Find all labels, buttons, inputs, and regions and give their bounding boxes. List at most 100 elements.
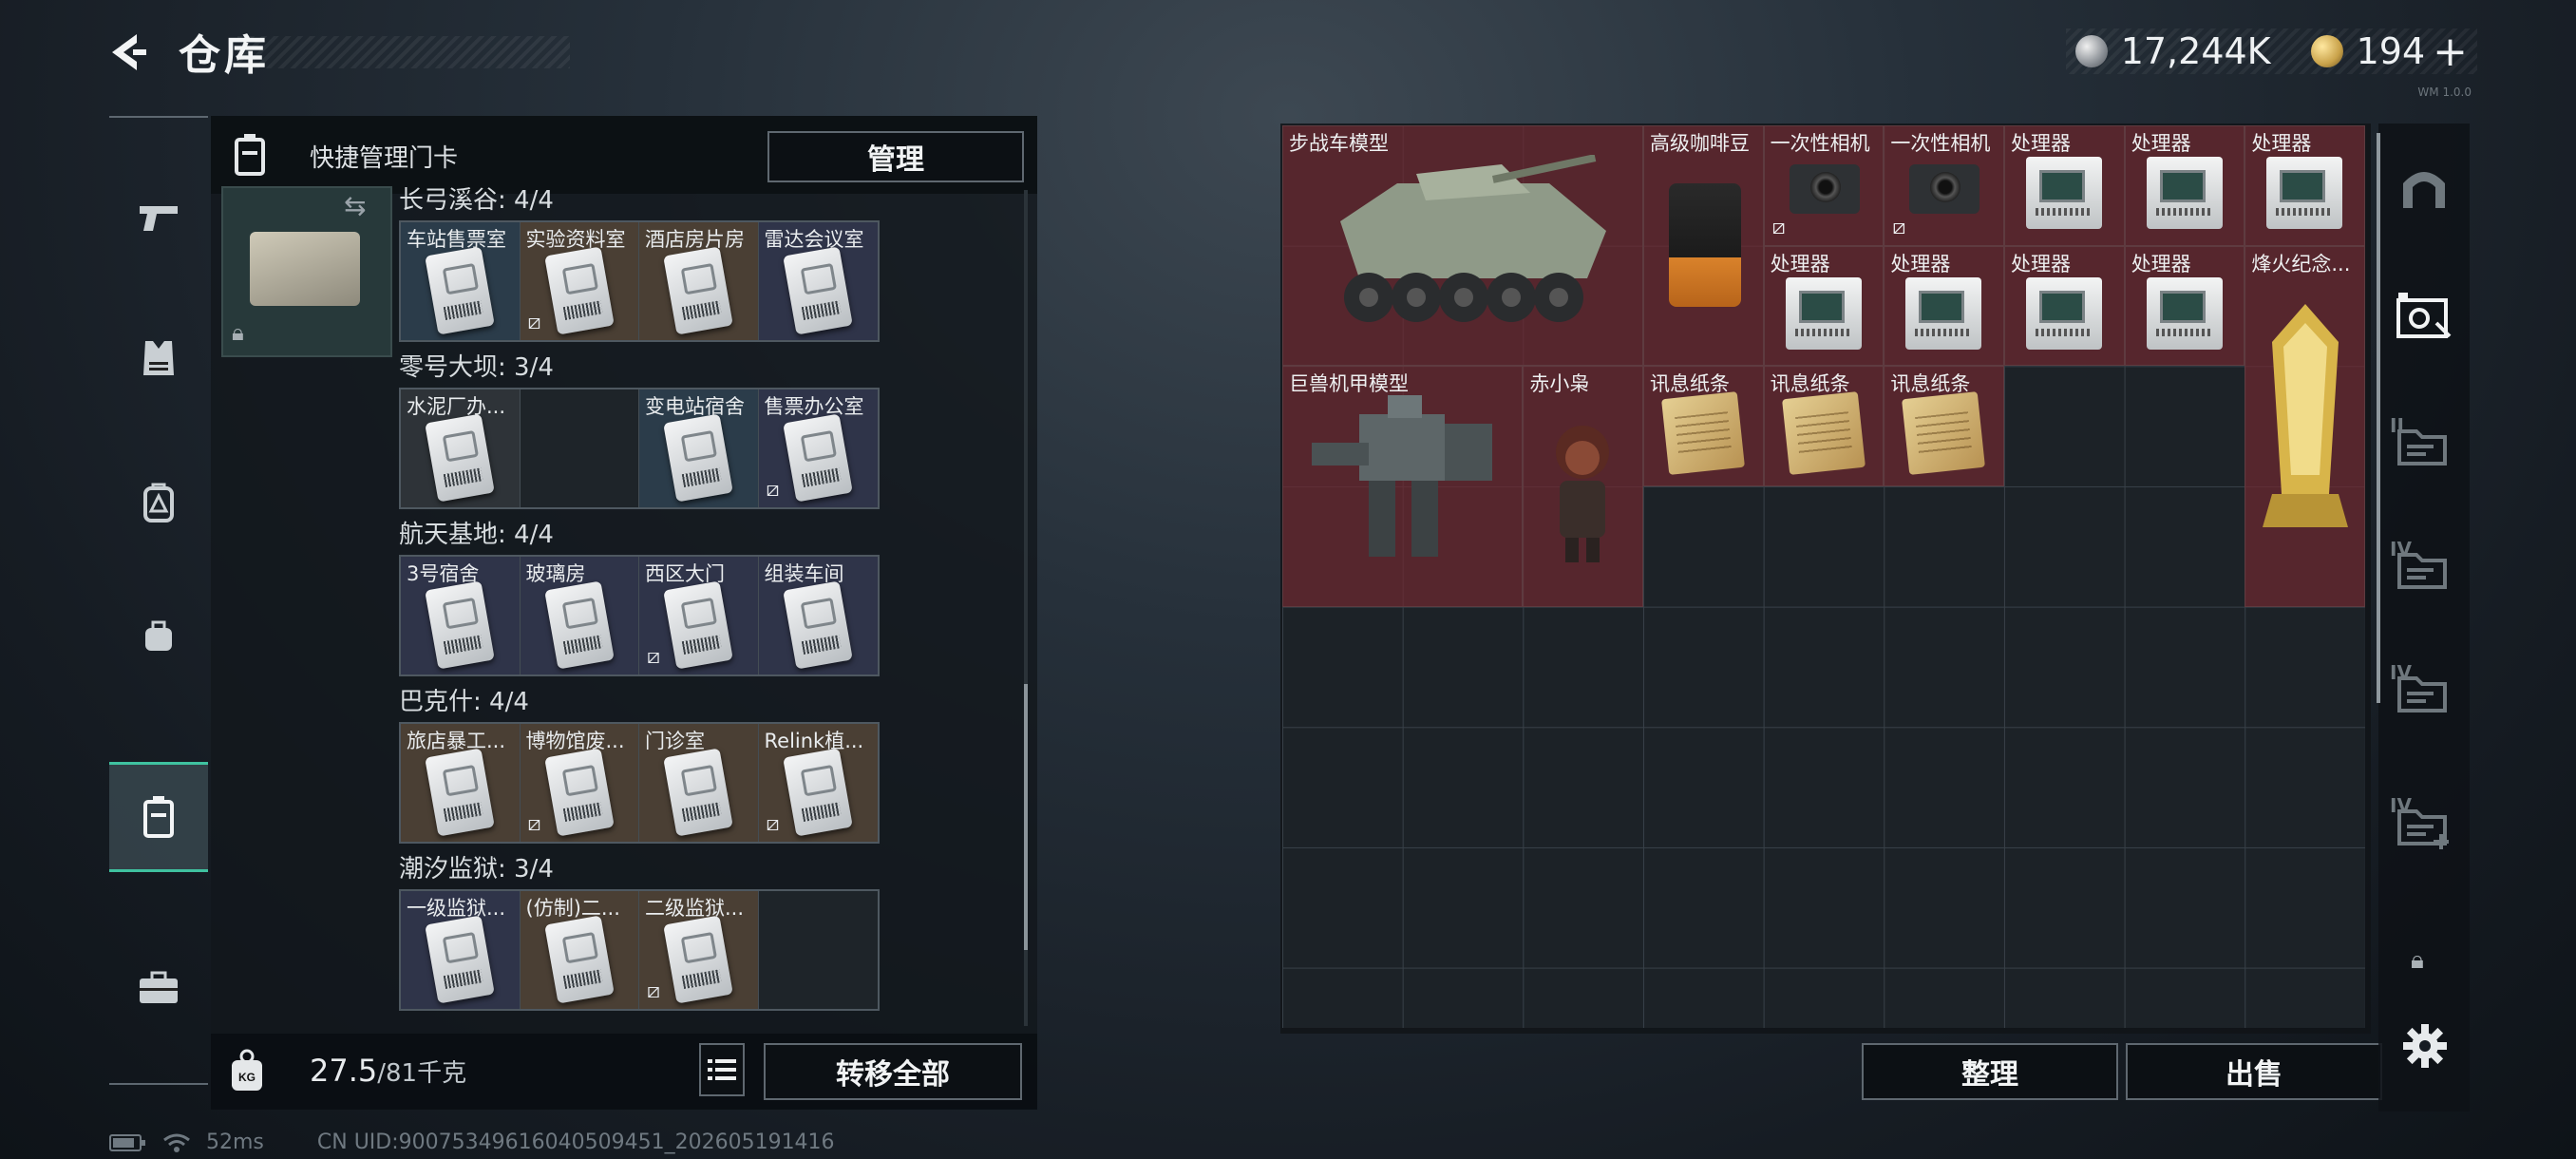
stash-tab-3[interactable]: II: [2378, 395, 2470, 500]
add-currency-button[interactable]: +: [2433, 28, 2468, 76]
stash-tab-4[interactable]: IV: [2378, 519, 2470, 623]
keycard-slot[interactable]: 旅店暴工...: [401, 724, 521, 842]
keycard-image: [543, 246, 615, 335]
ping-readout: 52ms: [206, 1130, 264, 1154]
settings-button[interactable]: [2401, 1022, 2449, 1070]
stash-item-paper[interactable]: 讯息纸条: [1643, 366, 1764, 486]
stash-item-cpu[interactable]: 处理器: [1884, 245, 2004, 367]
paper-image: [1661, 391, 1745, 476]
keycard-slot[interactable]: 售票办公室 ⧄: [758, 390, 878, 507]
pistol-icon: [140, 206, 178, 231]
item-label: 烽火纪念...: [2251, 252, 2351, 276]
keycard-group-grid: 旅店暴工... 博物馆废... ⧄ 门诊室 Relink植... ⧄: [399, 722, 880, 844]
ifv-model-image: [1312, 154, 1625, 349]
stash-item-cpu[interactable]: 处理器: [2245, 125, 2366, 246]
figure-image: [1544, 414, 1620, 570]
back-button[interactable]: [104, 28, 152, 76]
silver-coin-icon: [2074, 35, 2108, 67]
nav-weapons[interactable]: [109, 165, 208, 270]
keycard-list-scroll-thumb[interactable]: [1024, 684, 1028, 950]
nav-small-bag[interactable]: [109, 583, 208, 688]
item-label: 高级咖啡豆: [1650, 132, 1750, 155]
keycard-label: 玻璃房: [525, 562, 586, 585]
nav-keycard[interactable]: [109, 762, 208, 872]
keycard-case-image: [250, 232, 360, 306]
cpu-image: [1905, 276, 1982, 350]
keycard-label: 实验资料室: [525, 228, 626, 251]
keycard-slot[interactable]: 实验资料室 ⧄: [520, 222, 639, 340]
keycard-slot[interactable]: 变电站宿舍: [639, 390, 759, 507]
current-weight: 27.5: [310, 1053, 378, 1089]
keycard-case-slot[interactable]: [221, 186, 392, 357]
version-label: WM 1.0.0: [2417, 86, 2472, 99]
keycard-slot[interactable]: 一级监狱...: [401, 891, 521, 1009]
unbound-icon: ⧄: [1892, 215, 1906, 239]
keycard-case-icon: [235, 134, 265, 176]
unbound-icon: ⧄: [527, 812, 541, 836]
keycard-slot[interactable]: 二级监狱... ⧄: [639, 891, 759, 1009]
stash-item-figure[interactable]: 赤小枭: [1523, 366, 1643, 607]
keycard-group-title: 潮汐监狱: 3/4: [399, 855, 554, 884]
keycard-slot[interactable]: 博物馆废... ⧄: [520, 724, 639, 842]
stash-item-cpu[interactable]: 处理器: [2124, 125, 2245, 246]
keycard-image: [543, 580, 615, 670]
keycard-slot[interactable]: 组装车间: [758, 557, 878, 674]
stash-item-mech-model[interactable]: 巨兽机甲模型: [1282, 366, 1524, 607]
keycard-slot[interactable]: 西区大门 ⧄: [639, 557, 759, 674]
keycard-slot[interactable]: 玻璃房: [520, 557, 639, 674]
keycard-image: [663, 413, 733, 503]
manage-button[interactable]: 管理: [767, 131, 1024, 182]
stash-item-cpu[interactable]: 处理器: [2004, 245, 2125, 367]
stash-item-camera[interactable]: 一次性相机 ⧄: [1884, 125, 2004, 246]
keycard-slot[interactable]: 车站售票室: [401, 222, 521, 340]
nav-toolbox[interactable]: [109, 935, 208, 1039]
nav-armor[interactable]: [109, 306, 208, 410]
tab-roman-numeral: II: [2390, 414, 2404, 437]
silver-currency-amount: 17,244K: [2120, 30, 2271, 72]
transfer-all-button[interactable]: 转移全部: [764, 1043, 1022, 1100]
keycard-slot[interactable]: 3号宿舍: [401, 557, 521, 674]
lock-icon: 🔒︎: [232, 319, 244, 346]
max-weight: /81千克: [377, 1059, 467, 1088]
swap-icon[interactable]: ⇆: [344, 190, 366, 221]
keycard-slot[interactable]: 雷达会议室: [758, 222, 878, 340]
item-label: 步战车模型: [1289, 132, 1389, 155]
keycard-slot[interactable]: 门诊室: [639, 724, 759, 842]
unbound-icon: ⧄: [527, 311, 541, 334]
stash-item-cpu[interactable]: 处理器: [1763, 245, 1885, 367]
list-view-button[interactable]: [699, 1043, 745, 1096]
keycard-slot[interactable]: Relink植... ⧄: [758, 724, 878, 842]
keycard-slot[interactable]: 酒店房片房: [639, 222, 759, 340]
stash-item-coffee[interactable]: 高级咖啡豆: [1643, 125, 1764, 367]
stash-tab-6[interactable]: IV: [2378, 775, 2470, 880]
cpu-image: [1785, 276, 1862, 350]
stash-item-camera[interactable]: 一次性相机 ⧄: [1763, 125, 1885, 246]
keycard-slot[interactable]: (仿制)二...: [520, 891, 639, 1009]
keycard-slot-empty[interactable]: [758, 891, 878, 1009]
keycard-label: 二级监狱...: [645, 897, 745, 920]
nav-backpack[interactable]: [109, 450, 208, 555]
stash-tab-1[interactable]: [2378, 137, 2470, 241]
cpu-image: [2146, 157, 2223, 229]
stash-tab-2[interactable]: [2378, 266, 2470, 370]
unbound-icon: ⧄: [766, 478, 780, 502]
paper-image: [1781, 391, 1866, 476]
folder-ii-icon: II: [2390, 414, 2453, 475]
stash-item-cpu[interactable]: 处理器: [2004, 125, 2125, 246]
stash-item-cpu[interactable]: 处理器: [2124, 245, 2245, 367]
sort-button[interactable]: 整理: [1862, 1043, 2118, 1100]
keycard-label: 一级监狱...: [407, 897, 506, 920]
tab-roman-numeral: IV: [2390, 661, 2412, 684]
stash-item-paper[interactable]: 讯息纸条: [1884, 366, 2004, 486]
keycard-slot-empty[interactable]: [520, 390, 639, 507]
stash-item-trophy[interactable]: 烽火纪念...: [2245, 245, 2366, 607]
stash-item-ifv-model[interactable]: 步战车模型: [1282, 125, 1643, 367]
stash-item-paper[interactable]: 讯息纸条: [1763, 366, 1885, 486]
stash-tab-5[interactable]: IV: [2378, 642, 2470, 747]
currency-bar: 17,244K 194 +: [2065, 28, 2477, 76]
keycard-slot[interactable]: 水泥厂办...: [401, 390, 521, 507]
keycard-label: 酒店房片房: [645, 228, 745, 251]
keycard-label: 组装车间: [764, 562, 844, 585]
sell-button[interactable]: 出售: [2126, 1043, 2382, 1100]
svg-text:KG: KG: [238, 1071, 256, 1084]
